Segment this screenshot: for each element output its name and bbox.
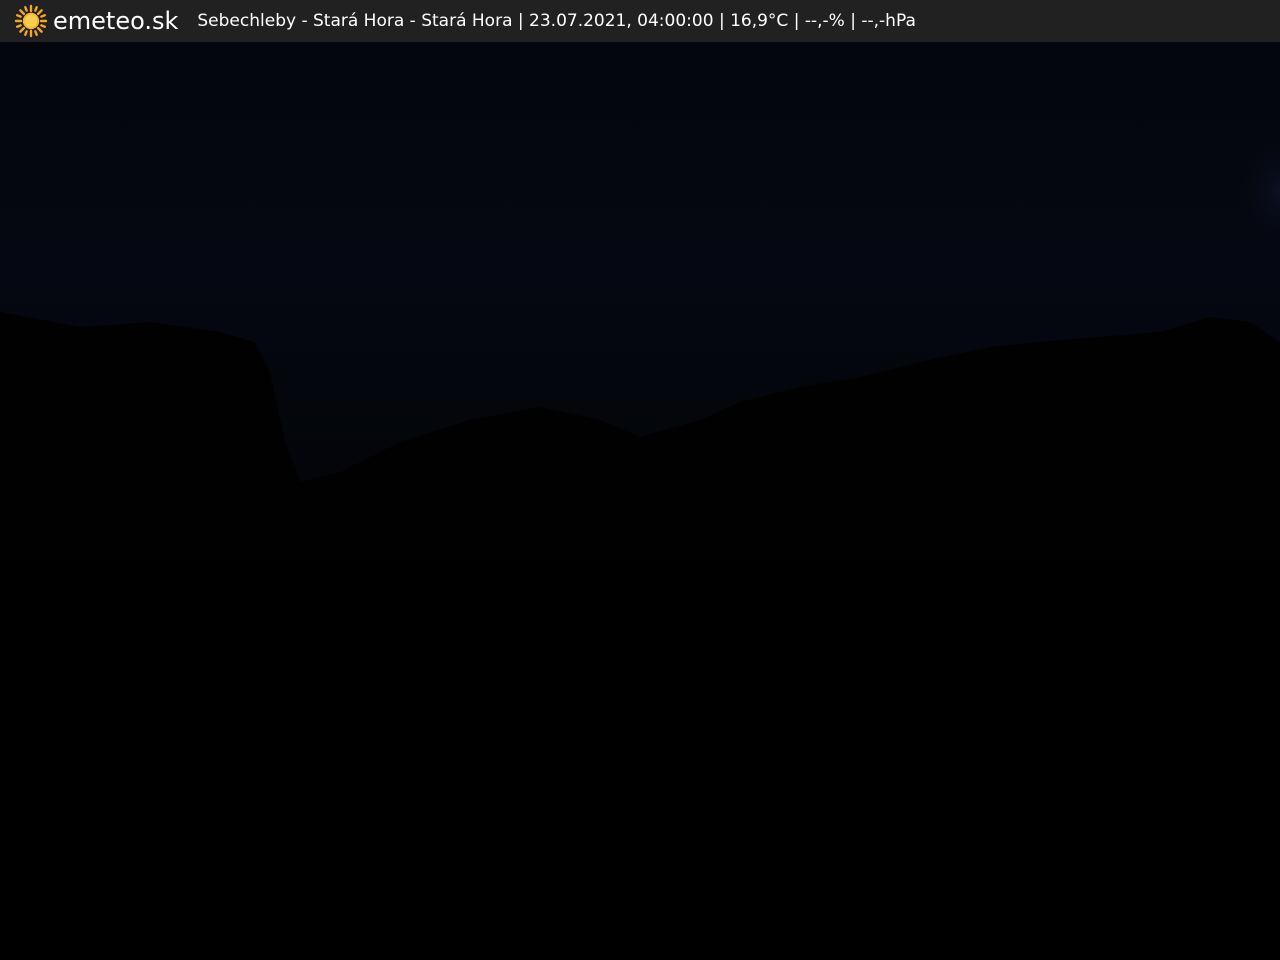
pressure-value: --,-hPa — [861, 11, 916, 31]
ground-shadow — [0, 562, 1280, 960]
webcam-frame: emeteo.sk Sebechleby - Stará Hora - Star… — [0, 0, 1280, 960]
info-bar: emeteo.sk Sebechleby - Stará Hora - Star… — [0, 0, 1280, 42]
separator: | — [718, 11, 725, 31]
brand-name[interactable]: emeteo.sk — [53, 0, 178, 42]
station-caption: Sebechleby - Stará Hora - Stará Hora | 2… — [197, 0, 915, 42]
temperature-value: 16,9°C — [730, 11, 789, 31]
logo[interactable]: emeteo.sk — [14, 0, 178, 42]
sun-icon — [14, 4, 48, 38]
humidity-value: --,-% — [804, 11, 845, 31]
separator: | — [850, 11, 856, 31]
separator: | — [793, 11, 800, 31]
separator: | — [517, 11, 524, 31]
station-name: Sebechleby - Stará Hora - Stará Hora — [197, 11, 513, 31]
webcam-image — [0, 42, 1280, 960]
datetime: 23.07.2021, 04:00:00 — [529, 11, 714, 31]
